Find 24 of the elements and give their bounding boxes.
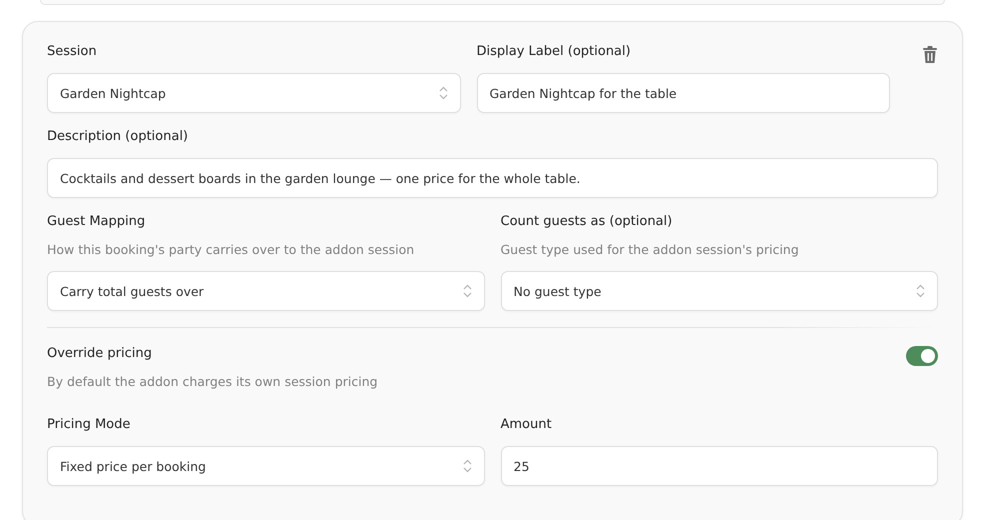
input-field[interactable]: Cocktails and dessert boards in the garden lounge — one price for the whole table. [47,158,938,198]
field-label: Count guests as (optional) [500,214,674,230]
field-label: Session [47,44,98,60]
input-field[interactable]: 25 [500,446,938,486]
field-label: Amount [500,417,553,433]
select-field[interactable]: No guest type [500,271,938,311]
chevron-icon [462,284,472,298]
toggle-switch[interactable] [906,346,938,366]
delete-icon[interactable] [922,46,938,64]
field-label: Pricing Mode [47,417,132,433]
select-field[interactable]: Fixed price per booking [47,446,484,486]
field-hint: How this booking's party carries over to the addon session [47,242,416,258]
select-field[interactable]: Carry total guests over [47,271,484,311]
field-label: Display Label (optional) [476,44,632,60]
select-field[interactable]: Garden Nightcap [47,73,460,113]
field-label: Description (optional) [47,129,190,145]
field-hint: By default the addon charges its own session pricing [47,374,379,390]
chevron-icon [438,86,448,100]
input-field[interactable]: Garden Nightcap for the table [476,73,890,113]
chevron-icon [462,459,472,473]
field-label: Override pricing [47,346,153,362]
field-label: Guest Mapping [47,214,146,230]
field-hint: Guest type used for the addon session's pricing [500,242,800,258]
chevron-icon [916,284,925,298]
